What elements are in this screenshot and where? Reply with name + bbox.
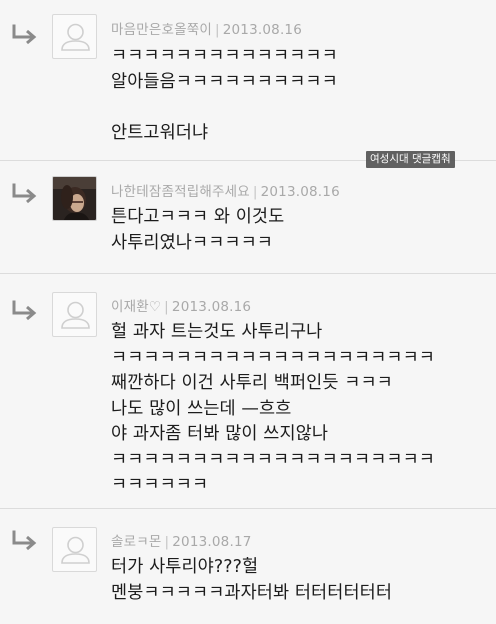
comment-author[interactable]: 나한테잠좀적립해주세요: [111, 184, 250, 200]
reply-arrow-icon: [12, 24, 37, 45]
default-avatar-icon[interactable]: [52, 14, 97, 59]
comment-date: 2013.08.16: [260, 184, 340, 200]
comment-meta: 이재환♡ | 2013.08.16: [111, 295, 251, 315]
comment-author[interactable]: 이재환♡: [111, 299, 161, 315]
comment-line: 터가 사투리야???헐: [111, 557, 259, 577]
comment-author[interactable]: 마음만은호올쭉이: [111, 22, 212, 38]
comment-line: 째깐하다 이건 사투리 백퍼인듯 ㅋㅋㅋ: [111, 373, 393, 393]
meta-divider: |: [252, 184, 258, 200]
comment-divider: [0, 273, 496, 274]
comment-meta: 마음만은호올쭉이 | 2013.08.16: [111, 18, 302, 38]
comment-meta: 나한테잠좀적립해주세요 | 2013.08.16: [111, 180, 340, 200]
comment-date: 2013.08.16: [222, 22, 303, 38]
comment-meta: 솔로ㅋ몬 | 2013.08.17: [111, 530, 252, 550]
default-avatar-icon[interactable]: [52, 292, 97, 337]
comment-line: 나도 많이 쓰는데 —흐흐: [111, 398, 292, 419]
comment-body: 튼다고ㅋㅋㅋ 와 이것도사투리였나ㅋㅋㅋㅋㅋ: [111, 205, 284, 256]
comment-line: 알아들음ㅋㅋㅋㅋㅋㅋㅋㅋㅋㅋ: [111, 71, 338, 92]
comment-line: ㅋㅋㅋㅋㅋㅋㅋㅋㅋㅋㅋㅋㅋㅋ: [111, 46, 338, 66]
reply-arrow-icon: [12, 300, 37, 321]
photo-avatar[interactable]: [52, 176, 97, 221]
comment-body: 터가 사투리야???헐멘붕ㅋㅋㅋㅋㅋ과자터봐 터터터터터터: [111, 555, 392, 606]
comment-line: 헐 과자 트는것도 사투리구나: [111, 322, 323, 342]
watermark: 여성시대 댓글캡춰: [366, 151, 455, 168]
comment-body: 헐 과자 트는것도 사투리구나 ㅋㅋㅋㅋㅋㅋㅋㅋㅋㅋㅋㅋㅋㅋㅋㅋㅋㅋㅋㅋ 째깐하다 …: [111, 320, 435, 499]
comment-date: 2013.08.17: [172, 534, 252, 550]
comment-line: [111, 95, 338, 121]
comment-line: ㅋㅋㅋㅋㅋㅋㅋㅋㅋㅋㅋㅋㅋㅋㅋㅋㅋㅋㅋㅋ: [111, 347, 435, 368]
meta-divider: |: [164, 534, 170, 550]
comment-line: 멘붕ㅋㅋㅋㅋㅋ과자터봐 터터터터터터: [111, 582, 393, 603]
comment-line: 튼다고ㅋㅋㅋ 와 이것도: [111, 207, 285, 227]
reply-arrow-icon: [12, 183, 37, 204]
comment-line: 야 과자좀 터봐 많이 쓰지않나: [111, 424, 329, 444]
comment-author[interactable]: 솔로ㅋ몬: [111, 534, 161, 550]
reply-arrow-icon: [12, 530, 37, 551]
comment-divider: [0, 508, 496, 509]
comment-line: 사투리였나ㅋㅋㅋㅋㅋ: [111, 232, 273, 253]
meta-divider: |: [214, 22, 220, 38]
meta-divider: |: [164, 299, 169, 315]
default-avatar-icon[interactable]: [52, 527, 97, 572]
comment-body: ㅋㅋㅋㅋㅋㅋㅋㅋㅋㅋㅋㅋㅋㅋ 알아들음ㅋㅋㅋㅋㅋㅋㅋㅋㅋㅋ 안트고워더냐: [111, 44, 338, 146]
comment-line: ㅋㅋㅋㅋㅋㅋ: [111, 475, 209, 495]
comment-line: ㅋㅋㅋㅋㅋㅋㅋㅋㅋㅋㅋㅋㅋㅋㅋㅋㅋㅋㅋㅋ: [111, 449, 435, 470]
comment-line: 안트고워더냐: [111, 122, 209, 143]
comment-date: 2013.08.16: [171, 299, 252, 315]
